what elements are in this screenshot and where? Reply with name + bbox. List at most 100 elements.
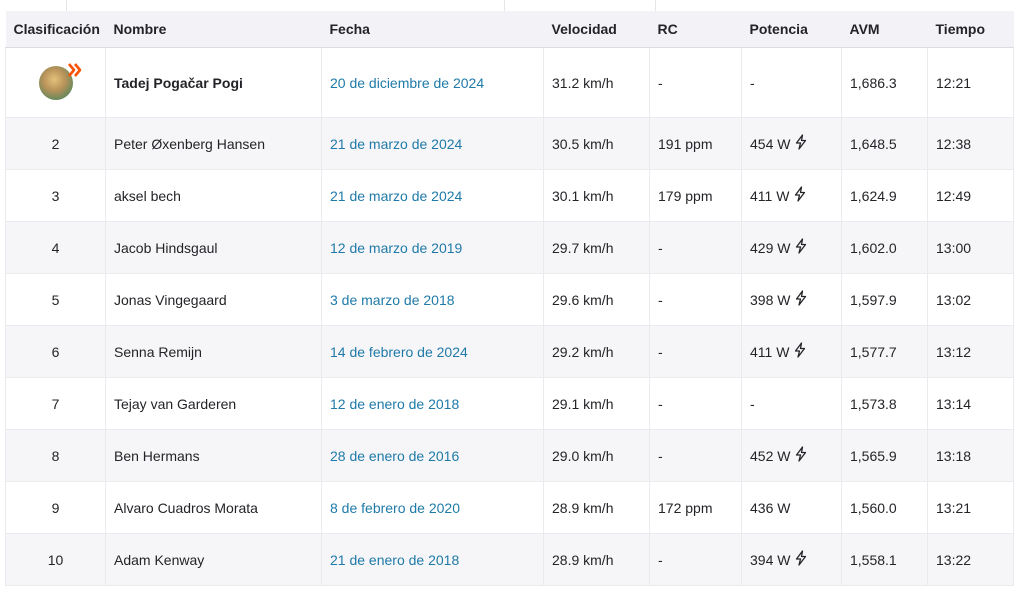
cell-power: - — [741, 47, 842, 118]
cell-speed: 29.7 km/h — [543, 221, 650, 274]
cell-speed: 28.9 km/h — [543, 481, 650, 534]
cell-avm: 1,565.9 — [841, 429, 928, 482]
cell-time: 13:14 — [927, 377, 1014, 430]
column-header-avm[interactable]: AVM — [841, 11, 928, 48]
column-header-heart-rate[interactable]: RC — [649, 11, 742, 48]
cell-power: 411 W — [741, 325, 842, 378]
cell-avm: 1,573.8 — [841, 377, 928, 430]
cell-power: 398 W — [741, 273, 842, 326]
cell-time: 12:49 — [927, 169, 1014, 222]
cell-heart-rate: - — [649, 221, 742, 274]
cell-heart-rate: 191 ppm — [649, 117, 742, 170]
lightning-bolt-icon — [794, 134, 808, 153]
top-strip — [0, 0, 1020, 11]
cell-speed: 29.6 km/h — [543, 273, 650, 326]
cell-speed: 29.0 km/h — [543, 429, 650, 482]
cell-athlete-name[interactable]: Ben Hermans — [105, 429, 322, 482]
power-value: 452 W — [750, 447, 791, 464]
cell-rank: 3 — [5, 169, 106, 222]
column-header-speed[interactable]: Velocidad — [543, 11, 650, 48]
cell-date[interactable]: 14 de febrero de 2024 — [321, 325, 544, 378]
cell-speed: 31.2 km/h — [543, 47, 650, 118]
column-header-name[interactable]: Nombre — [105, 11, 322, 48]
cell-power: 452 W — [741, 429, 842, 482]
lightning-bolt-icon — [793, 342, 807, 361]
cell-power: - — [741, 377, 842, 430]
cell-athlete-name[interactable]: Senna Remijn — [105, 325, 322, 378]
cell-rank: 9 — [5, 481, 106, 534]
cell-date[interactable]: 12 de enero de 2018 — [321, 377, 544, 430]
cell-athlete-name[interactable]: Peter Øxenberg Hansen — [105, 117, 322, 170]
cell-avm: 1,686.3 — [841, 47, 928, 118]
cell-speed: 29.2 km/h — [543, 325, 650, 378]
cell-heart-rate: - — [649, 325, 742, 378]
cell-rank: 6 — [5, 325, 106, 378]
cell-athlete-name[interactable]: Jonas Vingegaard — [105, 273, 322, 326]
cell-avm: 1,648.5 — [841, 117, 928, 170]
table-row: 6 Senna Remijn 14 de febrero de 2024 29.2 k… — [5, 325, 1014, 378]
cell-athlete-name[interactable]: Tejay van Garderen — [105, 377, 322, 430]
table-row: 10 Adam Kenway 21 de enero de 2018 28.9 km/… — [5, 533, 1014, 586]
column-header-power[interactable]: Potencia — [741, 11, 842, 48]
cell-athlete-name[interactable]: Alvaro Cuadros Morata — [105, 481, 322, 534]
power-value: - — [750, 74, 755, 91]
cell-avm: 1,602.0 — [841, 221, 928, 274]
column-header-date[interactable]: Fecha — [321, 11, 544, 48]
column-header-time[interactable]: Tiempo — [927, 11, 1014, 48]
lightning-bolt-icon — [794, 446, 808, 465]
cell-date[interactable]: 21 de marzo de 2024 — [321, 117, 544, 170]
table-row: 5 Jonas Vingegaard 3 de marzo de 2018 29.6 … — [5, 273, 1014, 326]
cell-rank: 4 — [5, 221, 106, 274]
cell-heart-rate: - — [649, 47, 742, 118]
leaderboard-table: Clasificación Nombre Fecha Velocidad RC … — [5, 11, 1014, 586]
cell-rank: 5 — [5, 273, 106, 326]
cell-rank: 2 — [5, 117, 106, 170]
cell-rank: 10 — [5, 533, 106, 586]
table-row: 3 aksel bech 21 de marzo de 2024 30.1 km/h 1… — [5, 169, 1014, 222]
cell-avm: 1,624.9 — [841, 169, 928, 222]
table-row: 9 Alvaro Cuadros Morata 8 de febrero de 20… — [5, 481, 1014, 534]
cell-speed: 30.5 km/h — [543, 117, 650, 170]
cell-heart-rate: 172 ppm — [649, 481, 742, 534]
cell-heart-rate: - — [649, 533, 742, 586]
cell-heart-rate: - — [649, 377, 742, 430]
lightning-bolt-icon — [793, 186, 807, 205]
table-row: Tadej Pogačar Pogi 20 de diciembre de 202… — [5, 47, 1014, 118]
cell-date[interactable]: 28 de enero de 2016 — [321, 429, 544, 482]
cell-athlete-name[interactable]: Tadej Pogačar Pogi — [105, 47, 322, 118]
cell-avm: 1,558.1 — [841, 533, 928, 586]
cell-date[interactable]: 21 de enero de 2018 — [321, 533, 544, 586]
cell-rank: 7 — [5, 377, 106, 430]
kom-crown-icon — [67, 62, 81, 77]
power-value: 429 W — [750, 239, 791, 256]
cell-athlete-name[interactable]: Adam Kenway — [105, 533, 322, 586]
cell-rank: 8 — [5, 429, 106, 482]
table-row: 4 Jacob Hindsgaul 12 de marzo de 2019 29.7 … — [5, 221, 1014, 274]
lightning-bolt-icon — [794, 290, 808, 309]
cell-time: 13:22 — [927, 533, 1014, 586]
table-row: 8 Ben Hermans 28 de enero de 2016 29.0 km/h… — [5, 429, 1014, 482]
cell-date[interactable]: 20 de diciembre de 2024 — [321, 47, 544, 118]
cell-power: 394 W — [741, 533, 842, 586]
cell-power: 411 W — [741, 169, 842, 222]
power-value: 411 W — [750, 343, 790, 360]
power-value: 394 W — [750, 551, 791, 568]
cell-heart-rate: - — [649, 429, 742, 482]
lightning-bolt-icon — [794, 550, 808, 569]
cell-date[interactable]: 12 de marzo de 2019 — [321, 221, 544, 274]
table-row: 2 Peter Øxenberg Hansen 21 de marzo de 202… — [5, 117, 1014, 170]
cell-time: 13:18 — [927, 429, 1014, 482]
power-value: - — [750, 395, 755, 412]
table-body: Tadej Pogačar Pogi 20 de diciembre de 202… — [5, 47, 1014, 586]
column-header-rank[interactable]: Clasificación — [5, 11, 106, 48]
cell-avm: 1,577.7 — [841, 325, 928, 378]
cell-athlete-name[interactable]: Jacob Hindsgaul — [105, 221, 322, 274]
cell-rank — [5, 47, 106, 118]
cell-date[interactable]: 8 de febrero de 2020 — [321, 481, 544, 534]
cell-date[interactable]: 3 de marzo de 2018 — [321, 273, 544, 326]
cell-athlete-name[interactable]: aksel bech — [105, 169, 322, 222]
cell-date[interactable]: 21 de marzo de 2024 — [321, 169, 544, 222]
cell-speed: 29.1 km/h — [543, 377, 650, 430]
power-value: 436 W — [750, 499, 791, 516]
cell-avm: 1,560.0 — [841, 481, 928, 534]
